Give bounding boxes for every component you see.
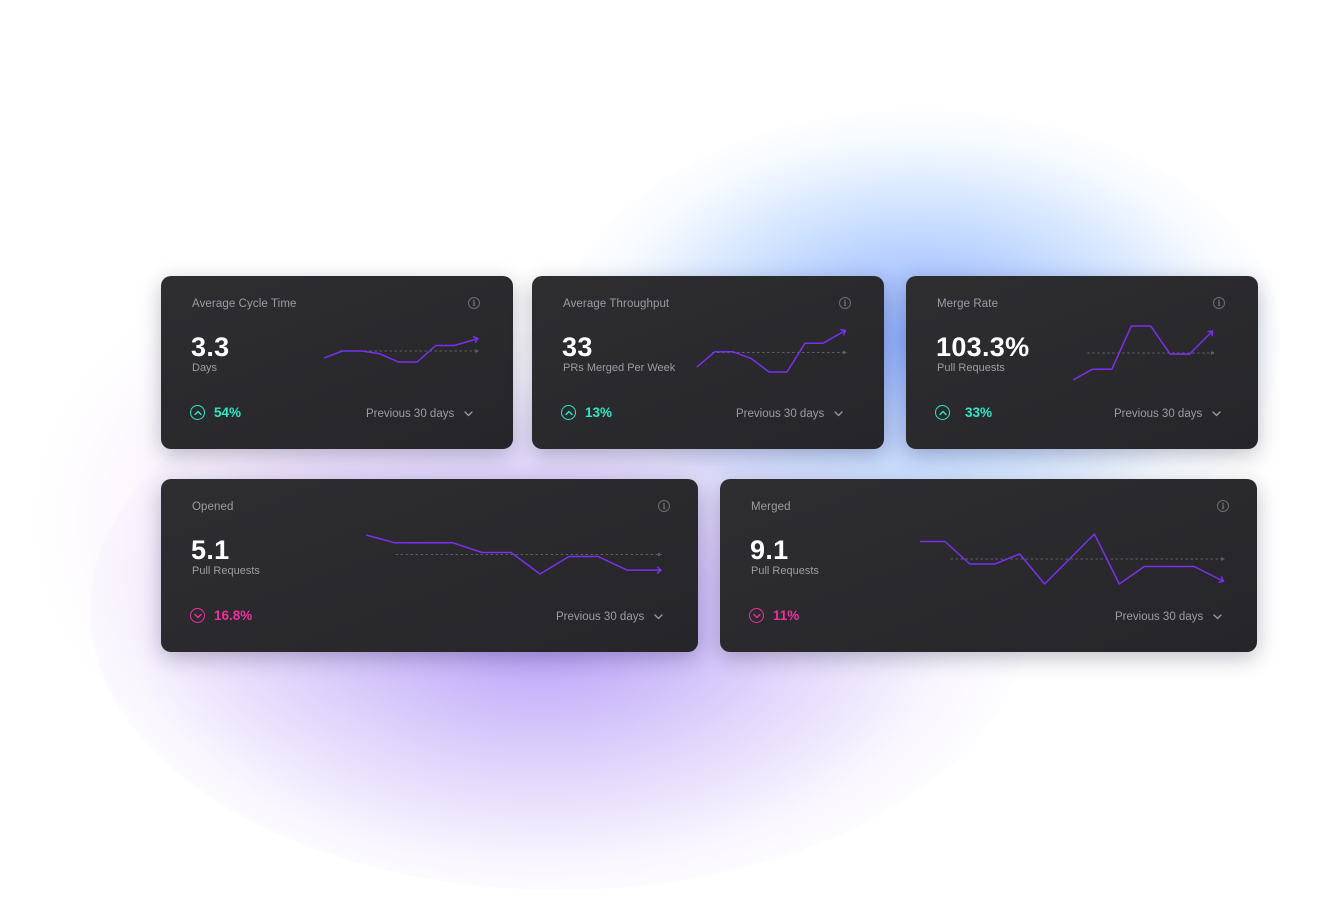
metric-card-merged: Merged i 9.1 Pull Requests 11% Previous … [720, 479, 1257, 652]
delta-indicator: 54% [190, 405, 241, 420]
card-title: Average Cycle Time [192, 298, 297, 310]
card-title: Merge Rate [937, 298, 999, 310]
delta-value: 33% [965, 405, 993, 420]
trend-up-icon [190, 405, 205, 420]
baseline-arrowhead [475, 349, 479, 353]
delta-indicator: 16.8% [190, 608, 252, 623]
period-dropdown[interactable]: Previous 30 days [1114, 408, 1221, 420]
sparkline-chart [696, 328, 847, 373]
metric-card-average-throughput: Average Throughput i 33 PRs Merged Per W… [532, 276, 884, 449]
card-title: Average Throughput [563, 298, 670, 310]
delta-value: 16.8% [214, 608, 253, 623]
metric-card-opened: Opened i 5.1 Pull Requests 16.8% Previou… [161, 479, 698, 652]
period-dropdown[interactable]: Previous 30 days [736, 408, 843, 420]
chevron-down-icon [654, 614, 663, 620]
trend-down-icon [190, 608, 205, 623]
chevron-down-icon [834, 411, 843, 417]
sparkline-path [920, 533, 1220, 585]
sparkline-chart [1072, 325, 1215, 381]
metric-unit: Pull Requests [192, 565, 260, 577]
info-icon[interactable]: i [1217, 500, 1229, 512]
period-label: Previous 30 days [366, 408, 455, 420]
card-title: Opened [192, 501, 234, 513]
trend-down-icon [749, 608, 764, 623]
metric-card-average-cycle-time: Average Cycle Time i 3.3 Days 54% Previo… [161, 276, 513, 449]
chevron-down-icon [464, 411, 473, 417]
info-icon[interactable]: i [1213, 297, 1225, 309]
period-label: Previous 30 days [1115, 611, 1204, 623]
baseline-arrowhead [1211, 351, 1215, 355]
delta-indicator: 33% [935, 405, 992, 420]
metric-unit: Pull Requests [937, 362, 1005, 374]
card-title: Merged [751, 501, 791, 513]
chevron-down-icon [1212, 411, 1221, 417]
info-icon[interactable]: i [468, 297, 480, 309]
metric-value: 103.3% [936, 332, 1030, 362]
trend-up-icon [935, 405, 950, 420]
metric-value: 33 [562, 332, 593, 362]
sparkline-chart [920, 533, 1225, 585]
metric-value: 9.1 [750, 535, 789, 565]
delta-indicator: 11% [749, 608, 799, 623]
trend-up-icon [561, 405, 576, 420]
period-label: Previous 30 days [736, 408, 825, 420]
metric-unit: Days [192, 362, 218, 374]
delta-value: 54% [214, 405, 242, 420]
baseline-arrowhead [1221, 557, 1225, 561]
period-label: Previous 30 days [556, 611, 645, 623]
period-dropdown[interactable]: Previous 30 days [556, 611, 663, 623]
period-dropdown[interactable]: Previous 30 days [1115, 611, 1222, 623]
metric-unit: PRs Merged Per Week [563, 362, 676, 374]
metric-card-merge-rate: Merge Rate i 103.3% Pull Requests 33% Pr… [906, 276, 1258, 449]
period-label: Previous 30 days [1114, 408, 1203, 420]
delta-value: 11% [773, 608, 800, 623]
delta-indicator: 13% [561, 405, 612, 420]
info-icon[interactable]: i [658, 500, 670, 512]
baseline-arrowhead [658, 552, 662, 557]
info-icon[interactable]: i [839, 297, 851, 309]
metric-value: 5.1 [191, 535, 230, 565]
sparkline-chart [323, 336, 479, 363]
delta-value: 13% [585, 405, 613, 420]
metric-unit: Pull Requests [751, 565, 819, 577]
period-dropdown[interactable]: Previous 30 days [366, 408, 473, 420]
sparkline-chart [365, 534, 663, 575]
chevron-down-icon [1213, 614, 1222, 620]
metric-value: 3.3 [191, 332, 230, 362]
baseline-arrowhead [843, 350, 847, 355]
